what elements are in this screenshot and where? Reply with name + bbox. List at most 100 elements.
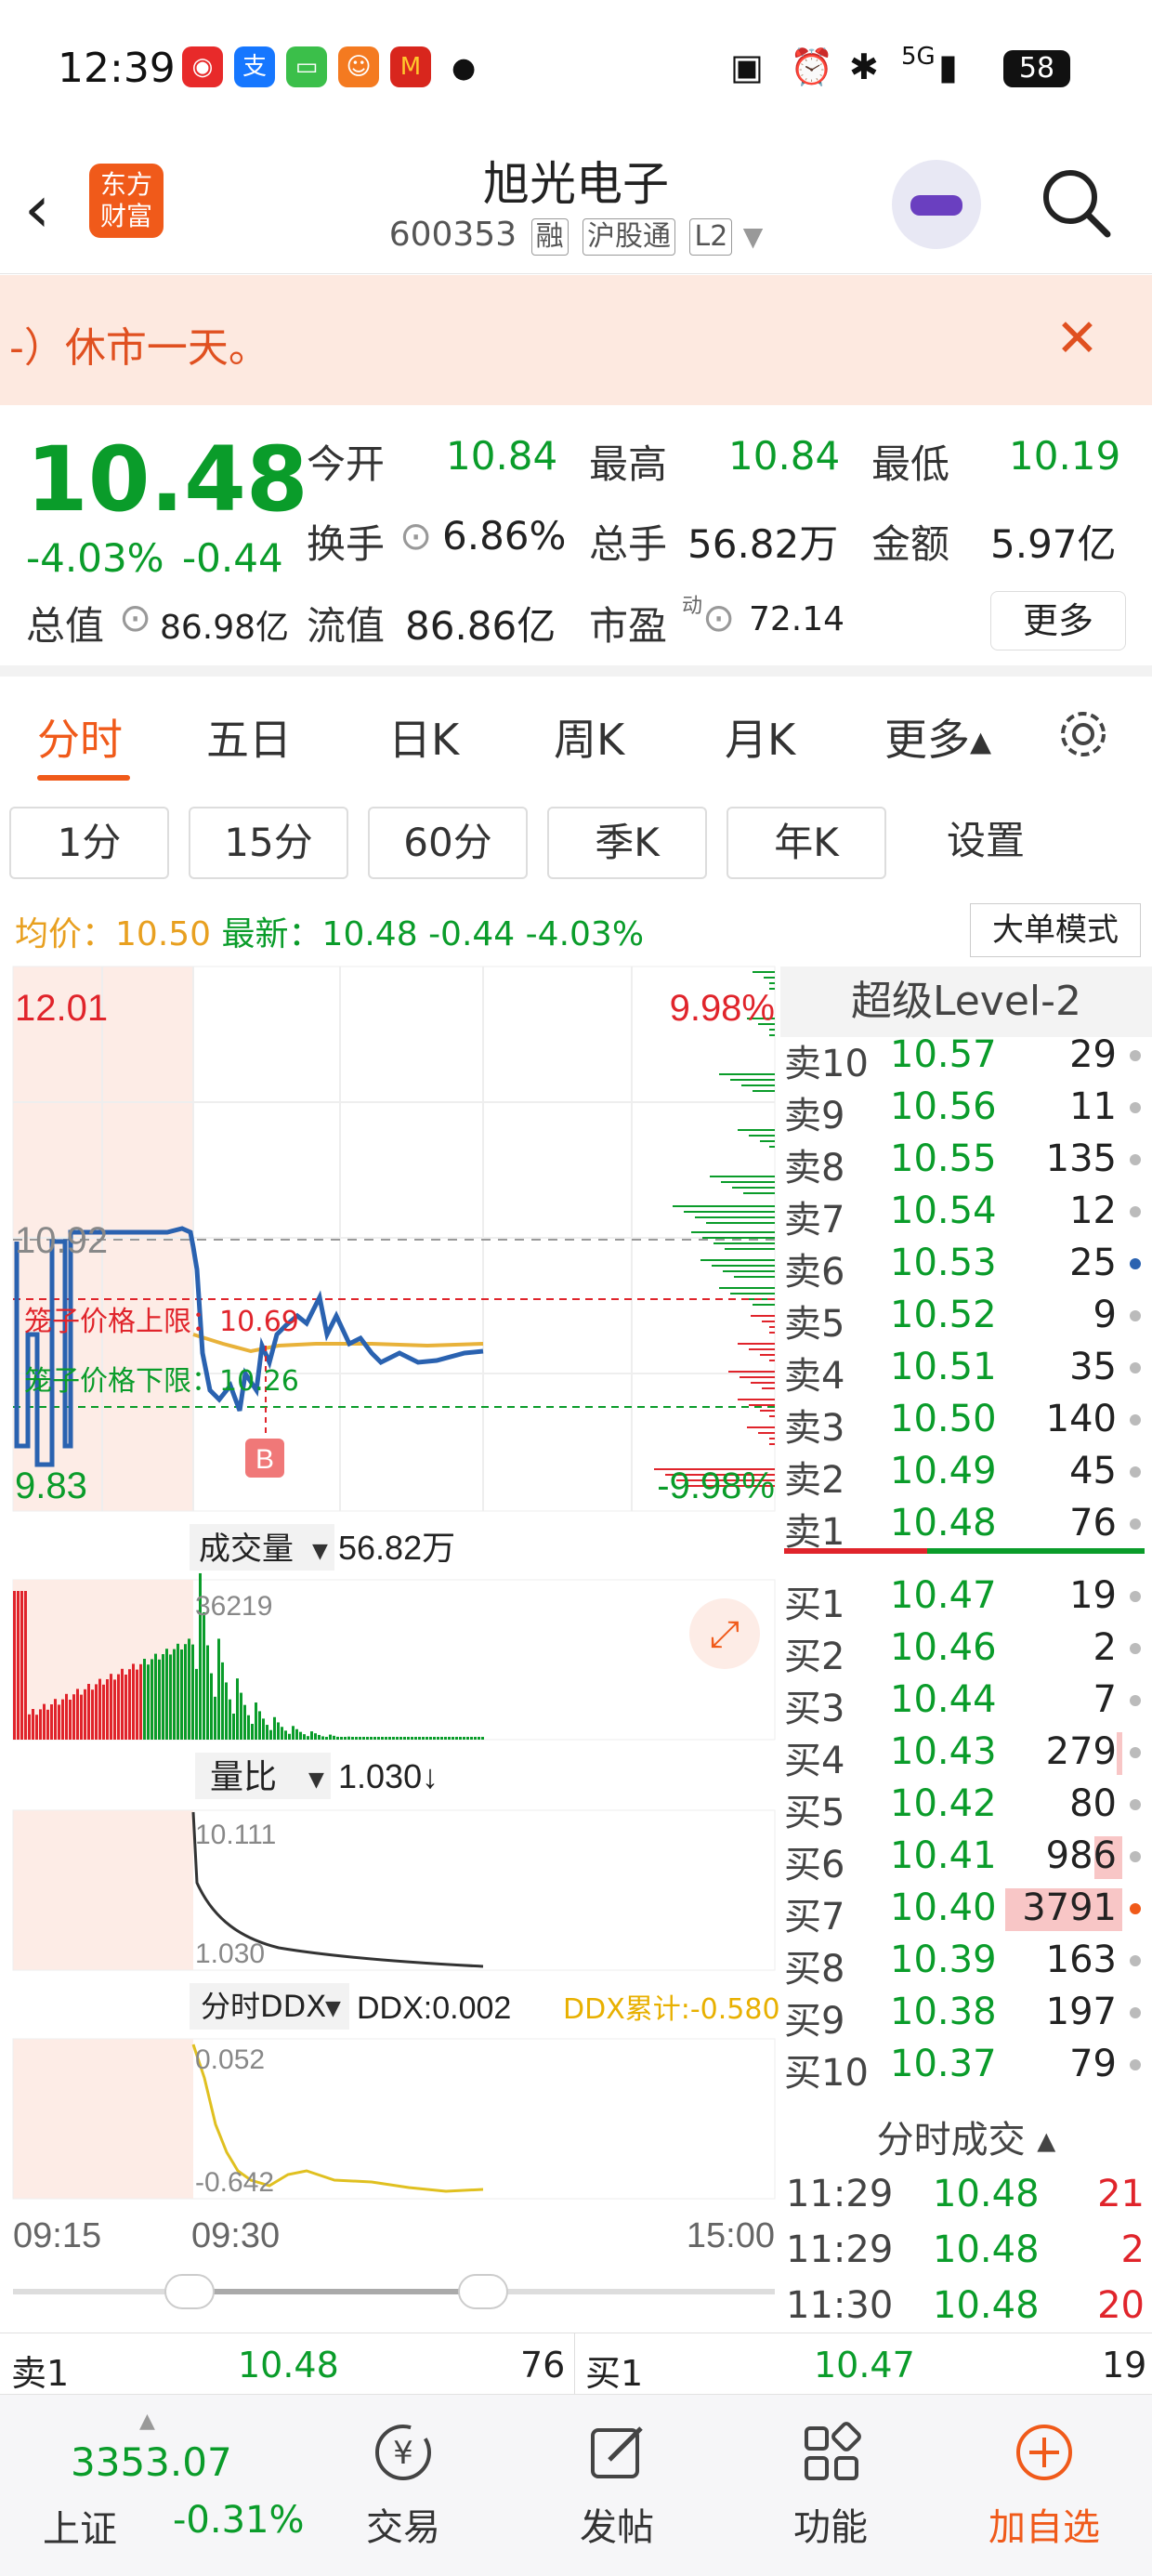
tab-five-day[interactable]: 五日 (206, 706, 292, 768)
volume-bar (452, 1737, 454, 1740)
nav-add-watchlist[interactable]: 加自选 (970, 2395, 1119, 2576)
order-label: 卖8 (784, 1147, 845, 1189)
order-volume: 197 (1045, 1991, 1117, 2033)
volume-bar (370, 1737, 373, 1740)
tab-intraday[interactable]: 分时 (37, 706, 123, 768)
mcdonalds-icon: M (390, 46, 431, 87)
order-price: 10.54 (890, 1189, 997, 1232)
order-volume: 25 (1069, 1242, 1117, 1284)
order-price: 10.37 (890, 2043, 997, 2085)
buy-order-row[interactable]: 买3 10.44 7 (784, 1675, 1152, 1730)
sell-order-row[interactable]: 卖8 10.55 135 (784, 1134, 1152, 1189)
buy-order-row[interactable]: 买2 10.46 2 (784, 1623, 1152, 1678)
tab-more[interactable]: 更多▴ (884, 706, 991, 768)
ratio-title[interactable]: 量比 (210, 1758, 277, 1796)
turnover-value: 6.86% (442, 513, 567, 559)
order-label: 卖10 (784, 1043, 869, 1085)
order-label: 买3 (784, 1688, 845, 1730)
buy-order-row[interactable]: 买10 10.37 79 (784, 2039, 1152, 2095)
trade-price: 10.48 (933, 2228, 1040, 2271)
sell-order-row[interactable]: 卖2 10.49 45 (784, 1446, 1152, 1502)
latest-change: -0.44 (428, 915, 516, 953)
trades-title[interactable]: 分时成交 ▴ (780, 2109, 1152, 2163)
volume-bar (69, 1700, 72, 1740)
assistant-robot-icon[interactable] (892, 160, 981, 249)
chevron-down-icon: ▼ (325, 1997, 341, 2020)
order-dot-icon (1130, 1643, 1141, 1654)
period-settings[interactable]: 设置 (906, 807, 1066, 879)
volume-bar (247, 1715, 250, 1740)
volume-bar (24, 1591, 27, 1740)
info-icon[interactable]: ⊙ (119, 595, 151, 640)
sell-order-row[interactable]: 卖6 10.53 25 (784, 1238, 1152, 1294)
order-dot-icon (1130, 1747, 1141, 1758)
period-season-k[interactable]: 季K (547, 807, 707, 879)
volume-bar (303, 1734, 306, 1740)
signal-icon: ▮ (938, 46, 958, 87)
ddx-title[interactable]: 分时DDX (201, 1989, 326, 2024)
info-icon[interactable]: ⊙ (702, 595, 735, 640)
volume-bar (54, 1699, 57, 1740)
period-60min[interactable]: 60分 (368, 807, 528, 879)
tab-daily-k[interactable]: 日K (388, 706, 459, 768)
volume-bar (128, 1669, 131, 1740)
sell-order-row[interactable]: 卖9 10.56 11 (784, 1082, 1152, 1137)
sell-order-row[interactable]: 卖10 10.57 29 (784, 1030, 1152, 1085)
volume-max-label: 36219 (195, 1591, 272, 1622)
index-value: 3353.07 (71, 2439, 232, 2485)
close-icon[interactable]: ✕ (1055, 309, 1099, 369)
strip-sell-label: 卖1 (11, 2353, 70, 2394)
intraday-chart[interactable]: B 12.01 9.83 9.98% -9.98% 10.92 笼子价格上限：1… (0, 963, 780, 2329)
gear-icon[interactable] (1054, 704, 1113, 764)
nav-functions[interactable]: 功能 (756, 2395, 905, 2576)
scroll-handle-right (458, 2274, 508, 2309)
buy-order-row[interactable]: 买8 10.39 163 (784, 1935, 1152, 1991)
buy-order-row[interactable]: 买9 10.38 197 (784, 1987, 1152, 2043)
volume-bar (210, 1673, 213, 1740)
big-order-mode-button[interactable]: 大单模式 (970, 903, 1141, 957)
tab-weekly-k[interactable]: 周K (554, 706, 624, 768)
buy-order-row[interactable]: 买6 10.41 986 (784, 1831, 1152, 1886)
sell-order-row[interactable]: 卖3 10.50 140 (784, 1394, 1152, 1450)
order-dot-icon (1130, 1258, 1141, 1269)
volume-bar (466, 1737, 469, 1740)
sell-order-row[interactable]: 卖1 10.48 76 (784, 1498, 1152, 1554)
notice-text: -）休市一天。 (9, 324, 269, 372)
orderbook-title[interactable]: 超级Level-2 (780, 966, 1152, 1037)
order-label: 买1 (784, 1584, 845, 1626)
more-button[interactable]: 更多 (990, 591, 1126, 651)
volume-title[interactable]: 成交量 (199, 1531, 294, 1568)
stock-code-row[interactable]: 600353 融 沪股通 L2 ▼ (0, 216, 1152, 256)
scroll-handle-left (164, 2274, 215, 2309)
tab-monthly-k[interactable]: 月K (725, 706, 795, 768)
volume-bar (425, 1737, 428, 1740)
info-icon[interactable]: ⊙ (399, 513, 432, 559)
nav-trade[interactable]: ¥ 交易 (329, 2395, 478, 2576)
sell-order-row[interactable]: 卖4 10.51 35 (784, 1342, 1152, 1398)
volume-bar (136, 1669, 138, 1740)
period-15min[interactable]: 15分 (189, 807, 348, 879)
volume-bar (35, 1715, 38, 1740)
sell-order-row[interactable]: 卖5 10.52 9 (784, 1290, 1152, 1346)
nav-post[interactable]: 发帖 (543, 2395, 691, 2576)
order-volume: 7 (1093, 1678, 1117, 1721)
order-dot-icon (1130, 1310, 1141, 1321)
order-price: 10.42 (890, 1782, 997, 1825)
nav-trade-label: 交易 (366, 2506, 440, 2549)
period-1min[interactable]: 1分 (9, 807, 169, 879)
search-icon[interactable] (1039, 165, 1113, 240)
order-volume: 135 (1045, 1137, 1117, 1180)
buy-order-row[interactable]: 买1 10.47 19 (784, 1571, 1152, 1626)
order-volume: 11 (1069, 1085, 1117, 1128)
period-year-k[interactable]: 年K (727, 807, 886, 879)
tag-level2: L2 (689, 218, 733, 256)
latest-label: 最新： (221, 915, 322, 953)
open-value: 10.84 (446, 433, 558, 479)
buy-order-row[interactable]: 买5 10.42 80 (784, 1779, 1152, 1834)
sell-order-row[interactable]: 卖7 10.54 12 (784, 1186, 1152, 1242)
buy-order-row[interactable]: 买7 10.40 3791 (784, 1883, 1152, 1939)
volume-bar (162, 1654, 164, 1740)
order-dot-icon (1130, 1466, 1141, 1478)
nfc-icon: ▣ (730, 46, 764, 87)
buy-order-row[interactable]: 买4 10.43 279 (784, 1727, 1152, 1782)
